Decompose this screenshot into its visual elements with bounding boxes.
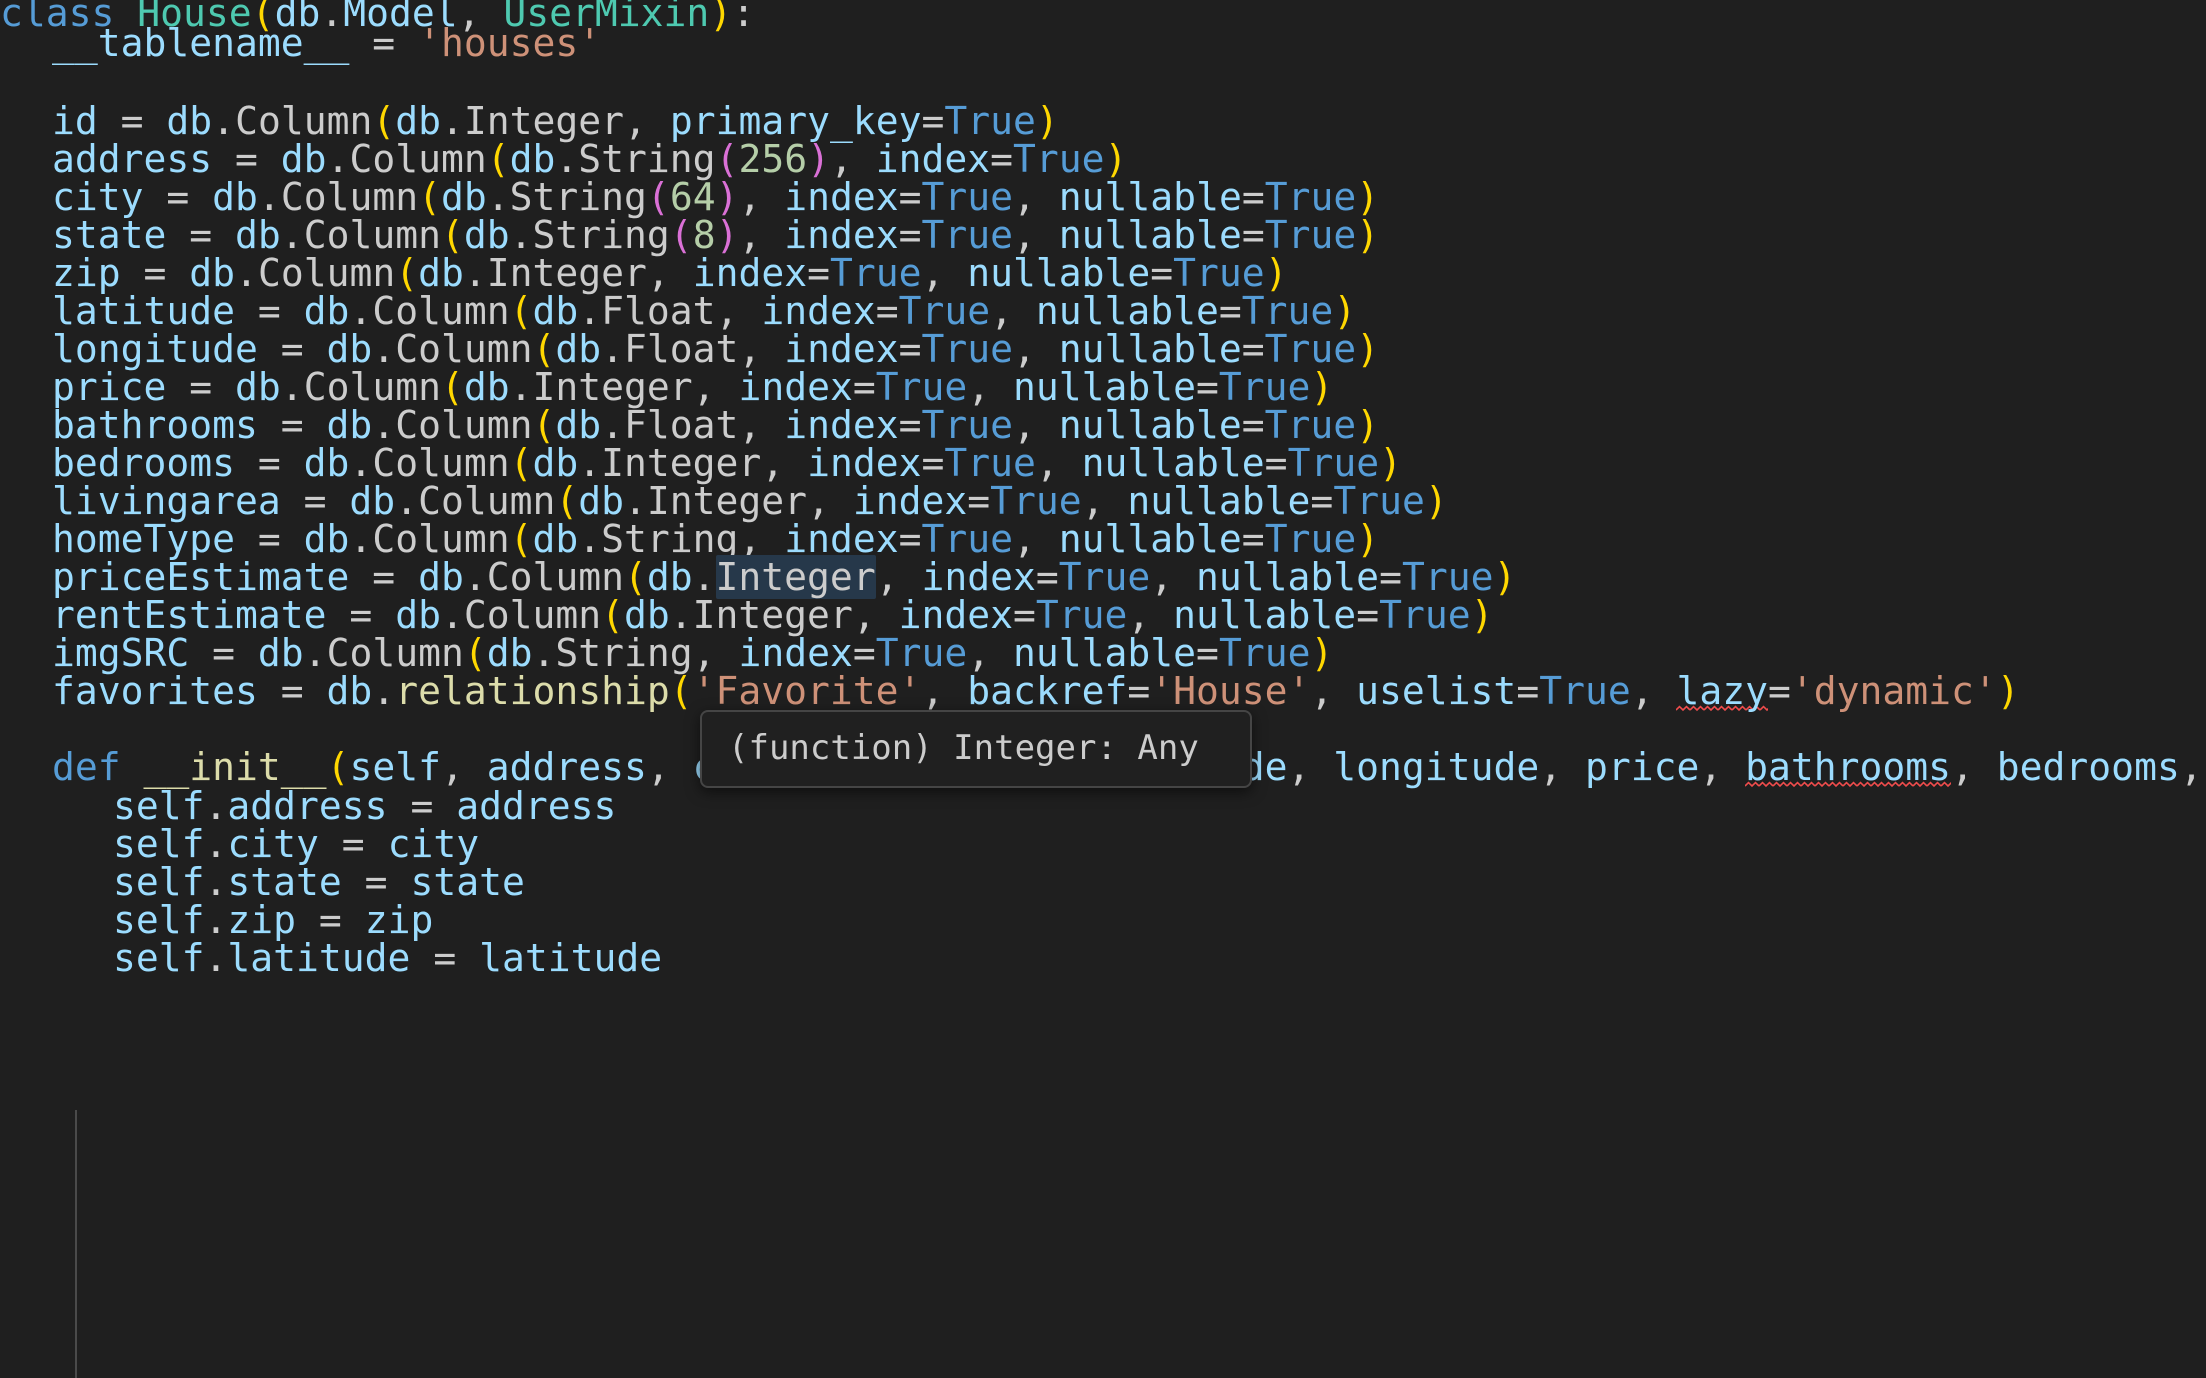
string-house: 'House' xyxy=(1150,669,1311,713)
string-favorite: 'Favorite' xyxy=(692,669,922,713)
kwarg-backref: backref xyxy=(967,669,1128,713)
kwarg-uselist: uselist xyxy=(1356,669,1517,713)
attribute-tablename: __tablename__ xyxy=(52,21,350,65)
diagnostic-word-bathrooms[interactable]: bathrooms xyxy=(1745,745,1952,789)
param-longitude: longitude xyxy=(1333,745,1540,789)
param-bedrooms: bedrooms xyxy=(1996,745,2180,789)
string-dynamic: 'dynamic' xyxy=(1790,669,1997,713)
param-price: price xyxy=(1584,745,1700,789)
hover-tooltip: (function) Integer: Any xyxy=(700,710,1252,788)
diagnostic-word-lazy[interactable]: lazy xyxy=(1676,669,1768,713)
code-line[interactable]: __tablename__ = 'houses' xyxy=(52,16,601,70)
attribute-latitude-assign: latitude xyxy=(227,936,411,980)
hover-tooltip-text: (function) Integer: Any xyxy=(728,728,1199,768)
string-houses: 'houses' xyxy=(418,21,602,65)
keyword-def: def xyxy=(52,745,121,789)
indent-guide xyxy=(75,1110,77,1378)
attribute-favorites: favorites xyxy=(52,669,258,713)
close-paren: ) xyxy=(709,0,733,35)
call-relationship: relationship xyxy=(395,669,670,713)
code-editor-viewport[interactable]: class House(db.Model, UserMixin): __tabl… xyxy=(0,0,2206,1378)
code-line[interactable]: self.latitude = latitude xyxy=(113,931,662,985)
